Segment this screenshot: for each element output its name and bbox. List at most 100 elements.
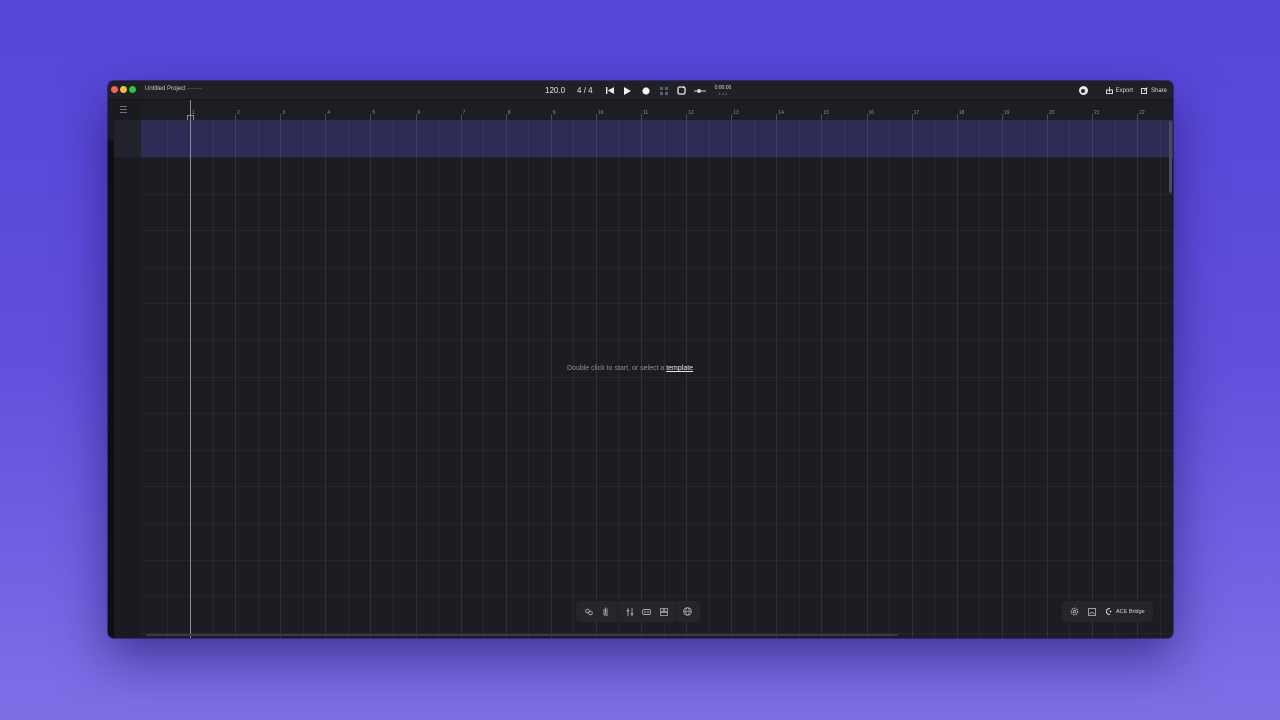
close-window-button[interactable] bbox=[111, 86, 118, 93]
ruler-bar-number: 18 bbox=[958, 110, 965, 116]
track-header[interactable] bbox=[114, 120, 141, 157]
record-icon bbox=[642, 86, 650, 95]
pattern-button[interactable] bbox=[655, 603, 672, 620]
hint-text: Double click to start, or select a bbox=[567, 365, 665, 372]
arrangement-grid[interactable] bbox=[141, 120, 1173, 638]
template-link[interactable]: template bbox=[666, 365, 693, 372]
share-icon bbox=[1140, 87, 1148, 94]
app-window: Untitled Project ——— 120.0 4 / 4 0:00:00… bbox=[108, 81, 1173, 638]
grid-horizontal-line bbox=[141, 523, 1173, 524]
record-button[interactable] bbox=[639, 85, 653, 97]
playhead-handle[interactable] bbox=[187, 115, 194, 120]
user-avatar[interactable] bbox=[1078, 86, 1088, 95]
grid-horizontal-line bbox=[141, 193, 1173, 195]
link-tool-button[interactable] bbox=[580, 603, 597, 620]
share-button[interactable]: Share bbox=[1140, 87, 1167, 94]
vertical-scrollbar[interactable] bbox=[1169, 121, 1172, 193]
loop-icon bbox=[677, 86, 686, 95]
ruler-bar-number: 8 bbox=[507, 110, 511, 116]
gear-icon bbox=[1070, 607, 1079, 616]
input-monitor-icon bbox=[693, 88, 706, 93]
browser-button[interactable] bbox=[679, 603, 696, 620]
sidebar-strip bbox=[108, 140, 114, 638]
play-icon bbox=[624, 86, 632, 95]
ruler-bar-number: 7 bbox=[462, 110, 466, 116]
ruler-bar-number: 17 bbox=[913, 110, 920, 116]
skip-back-icon bbox=[605, 87, 614, 94]
ruler-bar-number: 6 bbox=[417, 110, 421, 116]
mixer-button[interactable] bbox=[621, 603, 638, 620]
grid-horizontal-line bbox=[141, 486, 1173, 488]
ruler-bar-number: 20 bbox=[1048, 110, 1055, 116]
tempo-display[interactable]: 120.0 bbox=[545, 86, 565, 95]
ruler-bar-number: 10 bbox=[597, 110, 604, 116]
share-label: Share bbox=[1150, 87, 1167, 94]
image-icon bbox=[1087, 607, 1096, 616]
ruler-bar-number: 16 bbox=[868, 110, 875, 116]
bottom-right-toolbar: ACE Bridge bbox=[1062, 601, 1153, 622]
playhead[interactable] bbox=[190, 100, 191, 638]
empty-state-hint: Double click to start, or select a templ… bbox=[567, 365, 693, 372]
minimize-window-button[interactable] bbox=[120, 86, 127, 93]
ruler-bar-number: 4 bbox=[327, 110, 331, 116]
ruler-bar-number: 5 bbox=[372, 110, 376, 116]
ruler-bar-number: 21 bbox=[1094, 110, 1100, 116]
grid-horizontal-line bbox=[141, 266, 1173, 268]
title-bar: Untitled Project ——— 120.0 4 / 4 0:00:00… bbox=[108, 81, 1173, 100]
ruler-bar-number: 3 bbox=[282, 110, 285, 116]
link-icon bbox=[584, 608, 593, 615]
metronome-grid-button[interactable] bbox=[657, 85, 671, 97]
time-signature-display[interactable]: 4 / 4 bbox=[577, 86, 593, 95]
input-monitor-button[interactable] bbox=[693, 85, 707, 97]
export-icon bbox=[1105, 87, 1113, 94]
header-tools: Export Share bbox=[1078, 84, 1167, 97]
timeline-ruler[interactable]: 1 2 3 4 5 6 7 8 9 10 11 12 13 14 15 16 17 18 19 20 21 22 bbox=[141, 100, 1173, 121]
pattern-icon bbox=[659, 607, 668, 616]
loop-library-button[interactable] bbox=[638, 603, 655, 620]
menu-icon[interactable] bbox=[120, 106, 127, 115]
clock-time: 0:00:00 bbox=[714, 84, 732, 91]
ruler-bar-number: 19 bbox=[1003, 110, 1010, 116]
transport-bar: 120.0 4 / 4 0:00:00 1.1.1 bbox=[545, 84, 731, 97]
zoom-window-button[interactable] bbox=[129, 86, 136, 93]
grid-horizontal-line bbox=[141, 230, 1173, 232]
grid-horizontal-line bbox=[141, 303, 1173, 305]
ruler-bar-number: 15 bbox=[823, 110, 829, 116]
grid-horizontal-line bbox=[141, 596, 1173, 598]
ruler-bar-number: 14 bbox=[778, 110, 784, 116]
track-sidebar bbox=[108, 100, 141, 638]
grid-horizontal-line bbox=[141, 449, 1173, 451]
grid-horizontal-line bbox=[141, 559, 1173, 561]
hand-tool-button[interactable] bbox=[597, 603, 614, 620]
ruler-bar-number: 9 bbox=[552, 110, 556, 116]
grid-horizontal-line bbox=[141, 376, 1173, 378]
hand-icon bbox=[603, 607, 608, 616]
media-button[interactable] bbox=[1083, 603, 1100, 620]
ruler-bar-number: 12 bbox=[688, 110, 694, 116]
grid-horizontal-line bbox=[141, 413, 1173, 415]
ruler-bar-number: 22 bbox=[1139, 110, 1145, 116]
position-clock: 0:00:00 1.1.1 bbox=[714, 84, 732, 96]
loop-button[interactable] bbox=[675, 85, 689, 97]
play-button[interactable] bbox=[621, 85, 635, 97]
ace-bridge-button[interactable]: ACE Bridge bbox=[1106, 608, 1145, 615]
bridge-label: ACE Bridge bbox=[1116, 608, 1145, 615]
bridge-icon bbox=[1106, 608, 1112, 615]
project-status: ——— bbox=[187, 86, 202, 92]
ruler-bar-number: 13 bbox=[733, 110, 739, 116]
grid-horizontal-line bbox=[141, 340, 1173, 341]
clock-bars: 1.1.1 bbox=[718, 90, 728, 96]
bottom-toolbar bbox=[576, 601, 700, 622]
project-title[interactable]: Untitled Project bbox=[145, 86, 186, 92]
ruler-bar-number: 2 bbox=[237, 110, 240, 116]
grid-icon bbox=[659, 86, 668, 95]
export-label: Export bbox=[1115, 87, 1133, 94]
skip-back-button[interactable] bbox=[603, 85, 617, 97]
sliders-icon bbox=[626, 607, 633, 616]
settings-button[interactable] bbox=[1066, 603, 1083, 620]
horizontal-scrollbar[interactable] bbox=[146, 634, 898, 636]
globe-icon bbox=[683, 607, 692, 616]
export-button[interactable]: Export bbox=[1105, 87, 1133, 94]
ruler-bar-number: 11 bbox=[643, 110, 649, 116]
tape-icon bbox=[642, 608, 651, 615]
